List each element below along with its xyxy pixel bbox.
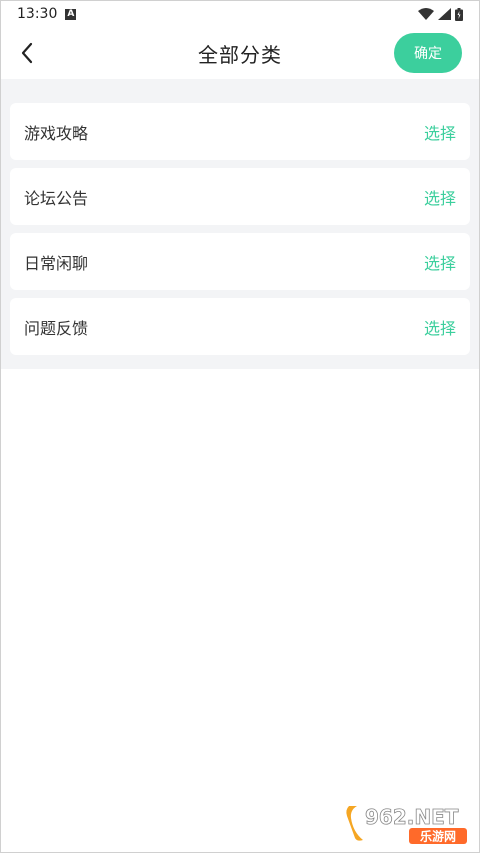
signal-icon [438,8,451,20]
status-bar: 13:30 A [1,1,479,27]
select-button[interactable]: 选择 [424,250,456,274]
back-button[interactable] [11,37,43,69]
category-item-feedback[interactable]: 问题反馈 选择 [10,298,470,355]
notification-icon: A [65,8,77,20]
watermark-bottom-text: 乐游网 [420,829,456,844]
category-item-daily-chat[interactable]: 日常闲聊 选择 [10,233,470,290]
select-button[interactable]: 选择 [424,315,456,339]
wifi-icon [418,8,434,20]
category-item-game-guides[interactable]: 游戏攻略 选择 [10,103,470,160]
back-arrow-icon [21,42,33,64]
watermark-top-text: 962.NET [365,805,459,829]
category-list: 游戏攻略 选择 论坛公告 选择 日常闲聊 选择 问题反馈 选择 [1,79,479,369]
watermark-logo: 962.NET 乐游网 [346,805,467,844]
category-name: 日常闲聊 [24,253,89,273]
confirm-button[interactable]: 确定 [394,33,462,73]
category-name: 问题反馈 [24,318,89,338]
category-item-forum-notices[interactable]: 论坛公告 选择 [10,168,470,225]
select-button[interactable]: 选择 [424,120,456,144]
category-name: 论坛公告 [24,188,89,208]
status-time: 13:30 [17,6,58,22]
page-title: 全部分类 [198,42,282,67]
nav-bar: 全部分类 确定 [1,27,479,79]
battery-icon [455,7,463,21]
status-right [418,7,463,21]
category-name: 游戏攻略 [24,123,89,143]
select-button[interactable]: 选择 [424,185,456,209]
status-left: 13:30 A [17,6,77,22]
